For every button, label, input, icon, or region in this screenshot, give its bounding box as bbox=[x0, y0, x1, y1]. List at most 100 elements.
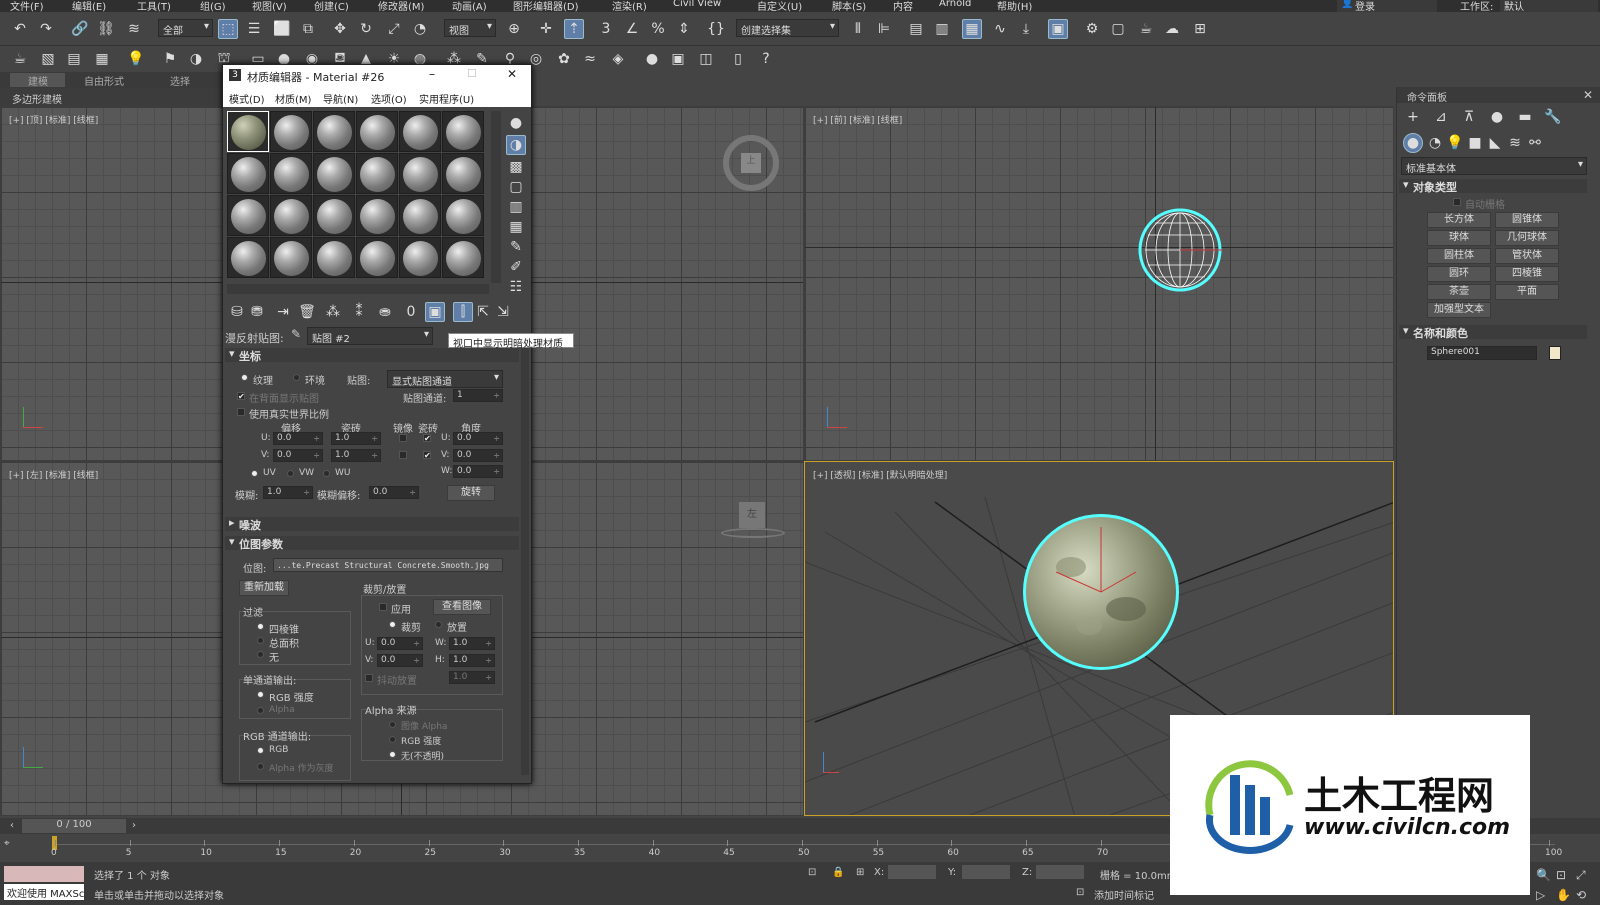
map-channel-spinner[interactable]: 1 bbox=[453, 389, 503, 402]
viewport-front-label[interactable]: [+] [前] [标准] [线框] bbox=[813, 113, 902, 126]
frame-counter[interactable]: 0 / 100 bbox=[22, 819, 126, 833]
select-by-name-icon[interactable]: ☰ bbox=[244, 19, 264, 39]
crop-u-spinner[interactable]: 0.0 bbox=[377, 637, 423, 650]
list-icon[interactable]: ▤ bbox=[64, 49, 84, 69]
render-to-texture-icon[interactable]: ◫ bbox=[696, 49, 716, 69]
noise-rollout-header[interactable]: 噪波 bbox=[225, 516, 519, 532]
v-tiling-spinner[interactable]: 1.0 bbox=[331, 449, 381, 462]
lights-icon[interactable]: 💡 bbox=[1445, 133, 1465, 153]
window-close-icon[interactable]: ✕ bbox=[507, 67, 517, 81]
bitmap-path-button[interactable]: ...te.Precast Structural Concrete.Smooth… bbox=[273, 558, 503, 572]
material-map-navigator-icon[interactable]: ☷ bbox=[506, 277, 526, 297]
mirror-icon[interactable]: ⫴ bbox=[848, 19, 868, 39]
ribbon-toggle-icon[interactable]: ▦ bbox=[962, 19, 982, 39]
rotate-icon[interactable]: ↻ bbox=[356, 19, 376, 39]
render-setup-icon[interactable]: ⚙ bbox=[1082, 19, 1102, 39]
reload-button[interactable]: 重新加载 bbox=[239, 580, 289, 596]
teapot-icon[interactable]: ☕ bbox=[10, 49, 30, 69]
view-image-button[interactable]: 查看图像 bbox=[433, 599, 491, 615]
mat-menu-navigation[interactable]: 导航(N) bbox=[323, 91, 358, 106]
window-crossing-icon[interactable]: ⧉ bbox=[298, 19, 318, 39]
crop-h-spinner[interactable]: 1.0 bbox=[449, 654, 495, 667]
login-dropdown[interactable]: 👤 登录 bbox=[1337, 0, 1437, 12]
motion-tab-icon[interactable]: ● bbox=[1487, 107, 1507, 127]
blur-offset-spinner[interactable]: 0.0 bbox=[369, 486, 419, 499]
bind-space-warp-icon[interactable]: ≋ bbox=[124, 19, 144, 39]
wu-radio[interactable] bbox=[323, 470, 330, 477]
geosphere-button[interactable]: 几何球体 bbox=[1495, 230, 1559, 246]
autogrid-checkbox[interactable] bbox=[1453, 198, 1461, 206]
image-alpha-radio[interactable] bbox=[389, 721, 396, 728]
rect-selection-icon[interactable]: ⬜ bbox=[272, 19, 292, 39]
undo-icon[interactable]: ↶ bbox=[10, 19, 30, 39]
filter-none-radio[interactable] bbox=[257, 651, 264, 658]
menu-rendering[interactable]: 渲染(R) bbox=[612, 0, 647, 12]
ribbon-tab-selection[interactable]: 选择 bbox=[170, 73, 190, 88]
material-slot[interactable] bbox=[313, 195, 355, 236]
material-id-icon[interactable]: 0 bbox=[401, 302, 421, 322]
hierarchy-tab-icon[interactable]: ⊼ bbox=[1459, 107, 1479, 127]
u-mirror-checkbox[interactable] bbox=[399, 434, 407, 442]
isolate-icon[interactable]: ⊡ bbox=[808, 867, 816, 878]
assign-material-icon[interactable]: ⇥ bbox=[273, 302, 293, 322]
minimize-icon[interactable]: – bbox=[429, 67, 435, 81]
next-frame-icon[interactable]: › bbox=[132, 820, 136, 831]
u-angle-spinner[interactable]: 0.0 bbox=[453, 432, 503, 445]
select-by-material-icon[interactable]: ✐ bbox=[506, 257, 526, 277]
viewport-front[interactable]: [+] [前] [标准] [线框] bbox=[804, 106, 1394, 461]
menu-customize[interactable]: 自定义(U) bbox=[757, 0, 802, 12]
utilities-tab-icon[interactable]: 🔧 bbox=[1543, 107, 1563, 127]
snap-toggle-icon[interactable]: 3 bbox=[596, 19, 616, 39]
crop-radio[interactable] bbox=[389, 621, 396, 628]
reference-coord-dropdown[interactable]: 视图 bbox=[444, 19, 496, 37]
wireframe-sphere[interactable] bbox=[1135, 205, 1225, 295]
ribbon-tab-freeform[interactable]: 自由形式 bbox=[84, 73, 124, 88]
material-slot[interactable] bbox=[442, 237, 484, 278]
light-bulb-icon[interactable]: 💡 bbox=[126, 49, 146, 69]
v-tile-checkbox[interactable]: ✔ bbox=[423, 451, 431, 460]
params-scrollbar[interactable] bbox=[521, 345, 529, 775]
mat-menu-utilities[interactable]: 实用程序(U) bbox=[419, 91, 474, 106]
camera-icon[interactable]: ⚑ bbox=[160, 49, 180, 69]
background-icon[interactable]: ▩ bbox=[506, 157, 526, 177]
material-slot[interactable] bbox=[227, 195, 269, 236]
hair-icon[interactable]: ≈ bbox=[580, 49, 600, 69]
time-tag-icon[interactable]: ⊡ bbox=[1076, 887, 1084, 898]
put-to-scene-icon[interactable]: ⛃ bbox=[247, 302, 267, 322]
name-color-header[interactable]: 名称和颜色 bbox=[1399, 324, 1587, 340]
pyramid-button[interactable]: 四棱锥 bbox=[1495, 266, 1559, 282]
schematic-view-icon[interactable]: ⤓ bbox=[1016, 19, 1036, 39]
shapes-icon[interactable]: ◔ bbox=[1425, 133, 1445, 153]
bitmap-params-header[interactable]: 位图参数 bbox=[225, 535, 519, 551]
material-slot[interactable] bbox=[399, 153, 441, 194]
w-angle-spinner[interactable]: 0.0 bbox=[453, 465, 503, 478]
fov-icon[interactable]: ▷ bbox=[1536, 888, 1545, 902]
close-icon[interactable]: ✕ bbox=[1583, 88, 1593, 102]
apply-checkbox[interactable] bbox=[379, 603, 387, 611]
slots-hscrollbar[interactable] bbox=[227, 284, 489, 294]
rgb-intensity-radio[interactable] bbox=[257, 691, 264, 698]
rendered-frame-icon[interactable]: ▢ bbox=[1108, 19, 1128, 39]
poly-modeling-label[interactable]: 多边形建模 bbox=[12, 91, 62, 106]
teapot-button[interactable]: 茶壶 bbox=[1427, 284, 1491, 300]
copy-material-icon[interactable]: ⁂ bbox=[323, 302, 343, 322]
material-slot[interactable] bbox=[356, 111, 398, 152]
material-slot[interactable] bbox=[270, 153, 312, 194]
v-angle-spinner[interactable]: 0.0 bbox=[453, 449, 503, 462]
video-color-check-icon[interactable]: ▥ bbox=[506, 197, 526, 217]
show-back-checkbox[interactable]: ✔ bbox=[237, 392, 245, 401]
material-slot[interactable] bbox=[227, 237, 269, 278]
filter-sat-radio[interactable] bbox=[257, 637, 264, 644]
ribbon-tab-modeling[interactable]: 建模 bbox=[28, 73, 48, 88]
pivot-center-icon[interactable]: ⊕ bbox=[504, 19, 524, 39]
chart-icon[interactable]: ▣ bbox=[668, 49, 688, 69]
spinner-snap-icon[interactable]: ⇕ bbox=[674, 19, 694, 39]
material-slot[interactable] bbox=[356, 237, 398, 278]
help-icon[interactable]: ? bbox=[756, 49, 776, 69]
v-mirror-checkbox[interactable] bbox=[399, 451, 407, 459]
mat-menu-options[interactable]: 选项(O) bbox=[371, 91, 407, 106]
crop-v-spinner[interactable]: 0.0 bbox=[377, 654, 423, 667]
material-slot[interactable] bbox=[399, 195, 441, 236]
maximize-icon[interactable]: ☐ bbox=[467, 67, 477, 80]
map-name-dropdown[interactable]: 贴图 #2 bbox=[307, 327, 433, 345]
